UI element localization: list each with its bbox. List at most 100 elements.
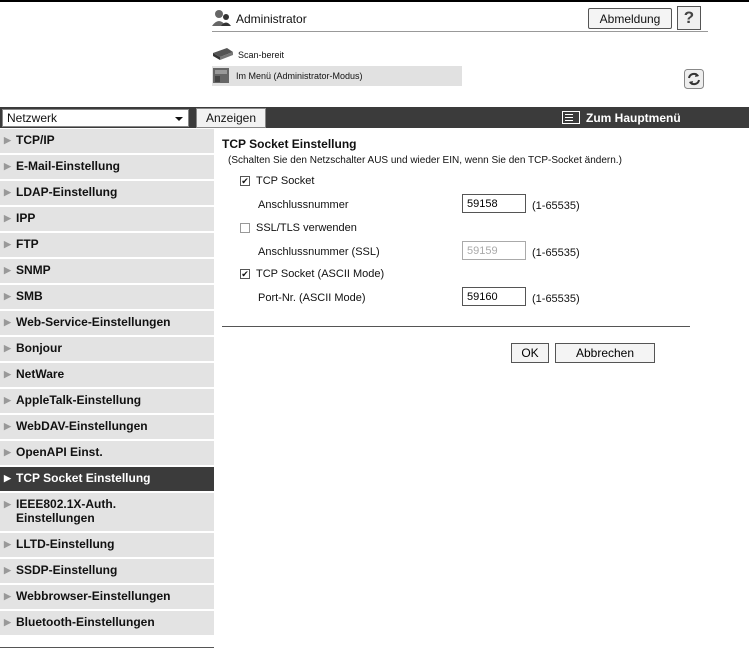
port-ssl-range: (1-65535) bbox=[532, 247, 580, 259]
arrow-right-icon: ▶ bbox=[4, 213, 11, 223]
restart-note: (Schalten Sie den Netzschalter AUS und w… bbox=[228, 155, 622, 166]
sidebar-item-ieee8021x[interactable]: ▶ IEEE802.1X-Auth. Einstellungen bbox=[0, 493, 214, 533]
port-label: Anschlussnummer bbox=[258, 199, 349, 211]
sidebar-item-web-service[interactable]: ▶ Web-Service-Einstellungen bbox=[0, 311, 214, 337]
content-divider bbox=[222, 326, 690, 327]
sidebar-item-label: IPP bbox=[16, 211, 36, 225]
top-border bbox=[0, 0, 749, 2]
help-button[interactable]: ? bbox=[677, 6, 701, 30]
arrow-right-icon: ▶ bbox=[4, 265, 11, 275]
arrow-right-icon: ▶ bbox=[4, 591, 11, 601]
tcp-socket-label: TCP Socket bbox=[256, 175, 315, 187]
sidebar-item-label: WebDAV-Einstellungen bbox=[16, 419, 148, 433]
sidebar-item-label: TCP/IP bbox=[16, 133, 55, 147]
admin-user-icon bbox=[212, 9, 232, 30]
sidebar-item-tcp-socket[interactable]: ▶ TCP Socket Einstellung bbox=[0, 467, 214, 493]
arrow-right-icon: ▶ bbox=[4, 447, 11, 457]
sidebar-item-appletalk[interactable]: ▶ AppleTalk-Einstellung bbox=[0, 389, 214, 415]
sidebar-item-label: Bonjour bbox=[16, 341, 62, 355]
arrow-right-icon: ▶ bbox=[4, 395, 11, 405]
port-ascii-input[interactable] bbox=[462, 287, 526, 306]
sidebar-item-label: SSDP-Einstellung bbox=[16, 563, 118, 577]
sidebar-item-ldap[interactable]: ▶ LDAP-Einstellung bbox=[0, 181, 214, 207]
sidebar-item-openapi[interactable]: ▶ OpenAPI Einst. bbox=[0, 441, 214, 467]
sidebar-item-label: Bluetooth-Einstellungen bbox=[16, 615, 155, 629]
arrow-right-icon: ▶ bbox=[4, 161, 11, 171]
refresh-button[interactable] bbox=[683, 68, 705, 92]
sidebar-item-label: E-Mail-Einstellung bbox=[16, 159, 121, 173]
main-menu-label: Zum Hauptmenü bbox=[586, 110, 681, 125]
port-ssl-label: Anschlussnummer (SSL) bbox=[258, 246, 380, 258]
category-select[interactable]: Netzwerk bbox=[2, 109, 189, 127]
status-menu: Im Menü (Administrator-Modus) bbox=[212, 66, 462, 86]
port-ascii-label: Port-Nr. (ASCII Mode) bbox=[258, 292, 366, 304]
sidebar-item-label: Webbrowser-Einstellungen bbox=[16, 589, 171, 603]
sidebar-item-label: NetWare bbox=[16, 367, 65, 381]
tcp-socket-option: ✔ TCP Socket bbox=[240, 175, 315, 187]
sidebar-item-label: IEEE802.1X-Auth. Einstellungen bbox=[16, 497, 117, 525]
arrow-right-icon: ▶ bbox=[4, 369, 11, 379]
printer-icon bbox=[212, 65, 232, 87]
sidebar-item-lltd[interactable]: ▶ LLTD-Einstellung bbox=[0, 533, 214, 559]
sidebar-bottom-line bbox=[0, 647, 214, 648]
sidebar-item-label: FTP bbox=[16, 237, 39, 251]
ascii-checkbox[interactable]: ✔ bbox=[240, 269, 250, 279]
sidebar-item-label: TCP Socket Einstellung bbox=[16, 471, 151, 485]
arrow-right-icon: ▶ bbox=[4, 343, 11, 353]
sidebar-item-snmp[interactable]: ▶ SNMP bbox=[0, 259, 214, 285]
sidebar-item-label: Web-Service-Einstellungen bbox=[16, 315, 171, 329]
sidebar-item-label: LDAP-Einstellung bbox=[16, 185, 118, 199]
user-info: Administrator bbox=[212, 8, 307, 30]
page-title: TCP Socket Einstellung bbox=[222, 137, 357, 151]
sidebar-item-netware[interactable]: ▶ NetWare bbox=[0, 363, 214, 389]
port-ssl-input[interactable] bbox=[462, 241, 526, 260]
sidebar-item-ipp[interactable]: ▶ IPP bbox=[0, 207, 214, 233]
category-select-value: Netzwerk bbox=[7, 111, 58, 125]
arrow-right-icon: ▶ bbox=[4, 539, 11, 549]
arrow-right-icon: ▶ bbox=[4, 565, 11, 575]
sidebar-item-webbrowser[interactable]: ▶ Webbrowser-Einstellungen bbox=[0, 585, 214, 611]
sidebar-item-ssdp[interactable]: ▶ SSDP-Einstellung bbox=[0, 559, 214, 585]
ok-button[interactable]: OK bbox=[511, 343, 549, 363]
header-divider bbox=[212, 31, 708, 32]
sidebar-item-label: SMB bbox=[16, 289, 43, 303]
status-scan: Scan-bereit bbox=[212, 47, 284, 63]
ssl-checkbox[interactable] bbox=[240, 223, 250, 233]
show-button[interactable]: Anzeigen bbox=[196, 108, 266, 128]
chevron-down-icon bbox=[174, 111, 184, 125]
sidebar-item-bluetooth[interactable]: ▶ Bluetooth-Einstellungen bbox=[0, 611, 214, 637]
sidebar-item-smb[interactable]: ▶ SMB bbox=[0, 285, 214, 311]
sidebar-item-webdav[interactable]: ▶ WebDAV-Einstellungen bbox=[0, 415, 214, 441]
port-input[interactable] bbox=[462, 194, 526, 213]
sidebar-item-label: LLTD-Einstellung bbox=[16, 537, 115, 551]
arrow-right-icon: ▶ bbox=[4, 187, 11, 197]
ssl-option: SSL/TLS verwenden bbox=[240, 222, 357, 234]
port-ascii-range: (1-65535) bbox=[532, 293, 580, 305]
sidebar-item-bonjour[interactable]: ▶ Bonjour bbox=[0, 337, 214, 363]
arrow-right-icon: ▶ bbox=[4, 421, 11, 431]
status-menu-text: Im Menü (Administrator-Modus) bbox=[236, 71, 363, 81]
arrow-right-icon: ▶ bbox=[4, 473, 11, 483]
user-label: Administrator bbox=[236, 12, 307, 26]
sidebar-item-label: SNMP bbox=[16, 263, 51, 277]
ssl-label: SSL/TLS verwenden bbox=[256, 222, 357, 234]
sidebar-item-tcpip[interactable]: ▶ TCP/IP bbox=[0, 129, 214, 155]
arrow-right-icon: ▶ bbox=[4, 135, 11, 145]
port-range: (1-65535) bbox=[532, 200, 580, 212]
arrow-right-icon: ▶ bbox=[4, 617, 11, 627]
sidebar-item-ftp[interactable]: ▶ FTP bbox=[0, 233, 214, 259]
status-scan-text: Scan-bereit bbox=[238, 50, 285, 60]
sidebar-item-label: OpenAPI Einst. bbox=[16, 445, 103, 459]
sidebar-item-label: AppleTalk-Einstellung bbox=[16, 393, 142, 407]
sidebar-item-email[interactable]: ▶ E-Mail-Einstellung bbox=[0, 155, 214, 181]
arrow-right-icon: ▶ bbox=[4, 499, 11, 509]
scanner-icon bbox=[212, 47, 234, 63]
logout-button[interactable]: Abmeldung bbox=[588, 8, 672, 29]
main-menu-link[interactable]: Zum Hauptmenü bbox=[562, 107, 681, 128]
refresh-icon bbox=[684, 68, 704, 92]
ascii-option: ✔ TCP Socket (ASCII Mode) bbox=[240, 268, 384, 280]
sidebar: ▶ TCP/IP ▶ E-Mail-Einstellung ▶ LDAP-Einste… bbox=[0, 129, 214, 637]
arrow-right-icon: ▶ bbox=[4, 239, 11, 249]
tcp-socket-checkbox[interactable]: ✔ bbox=[240, 176, 250, 186]
cancel-button[interactable]: Abbrechen bbox=[555, 343, 655, 363]
